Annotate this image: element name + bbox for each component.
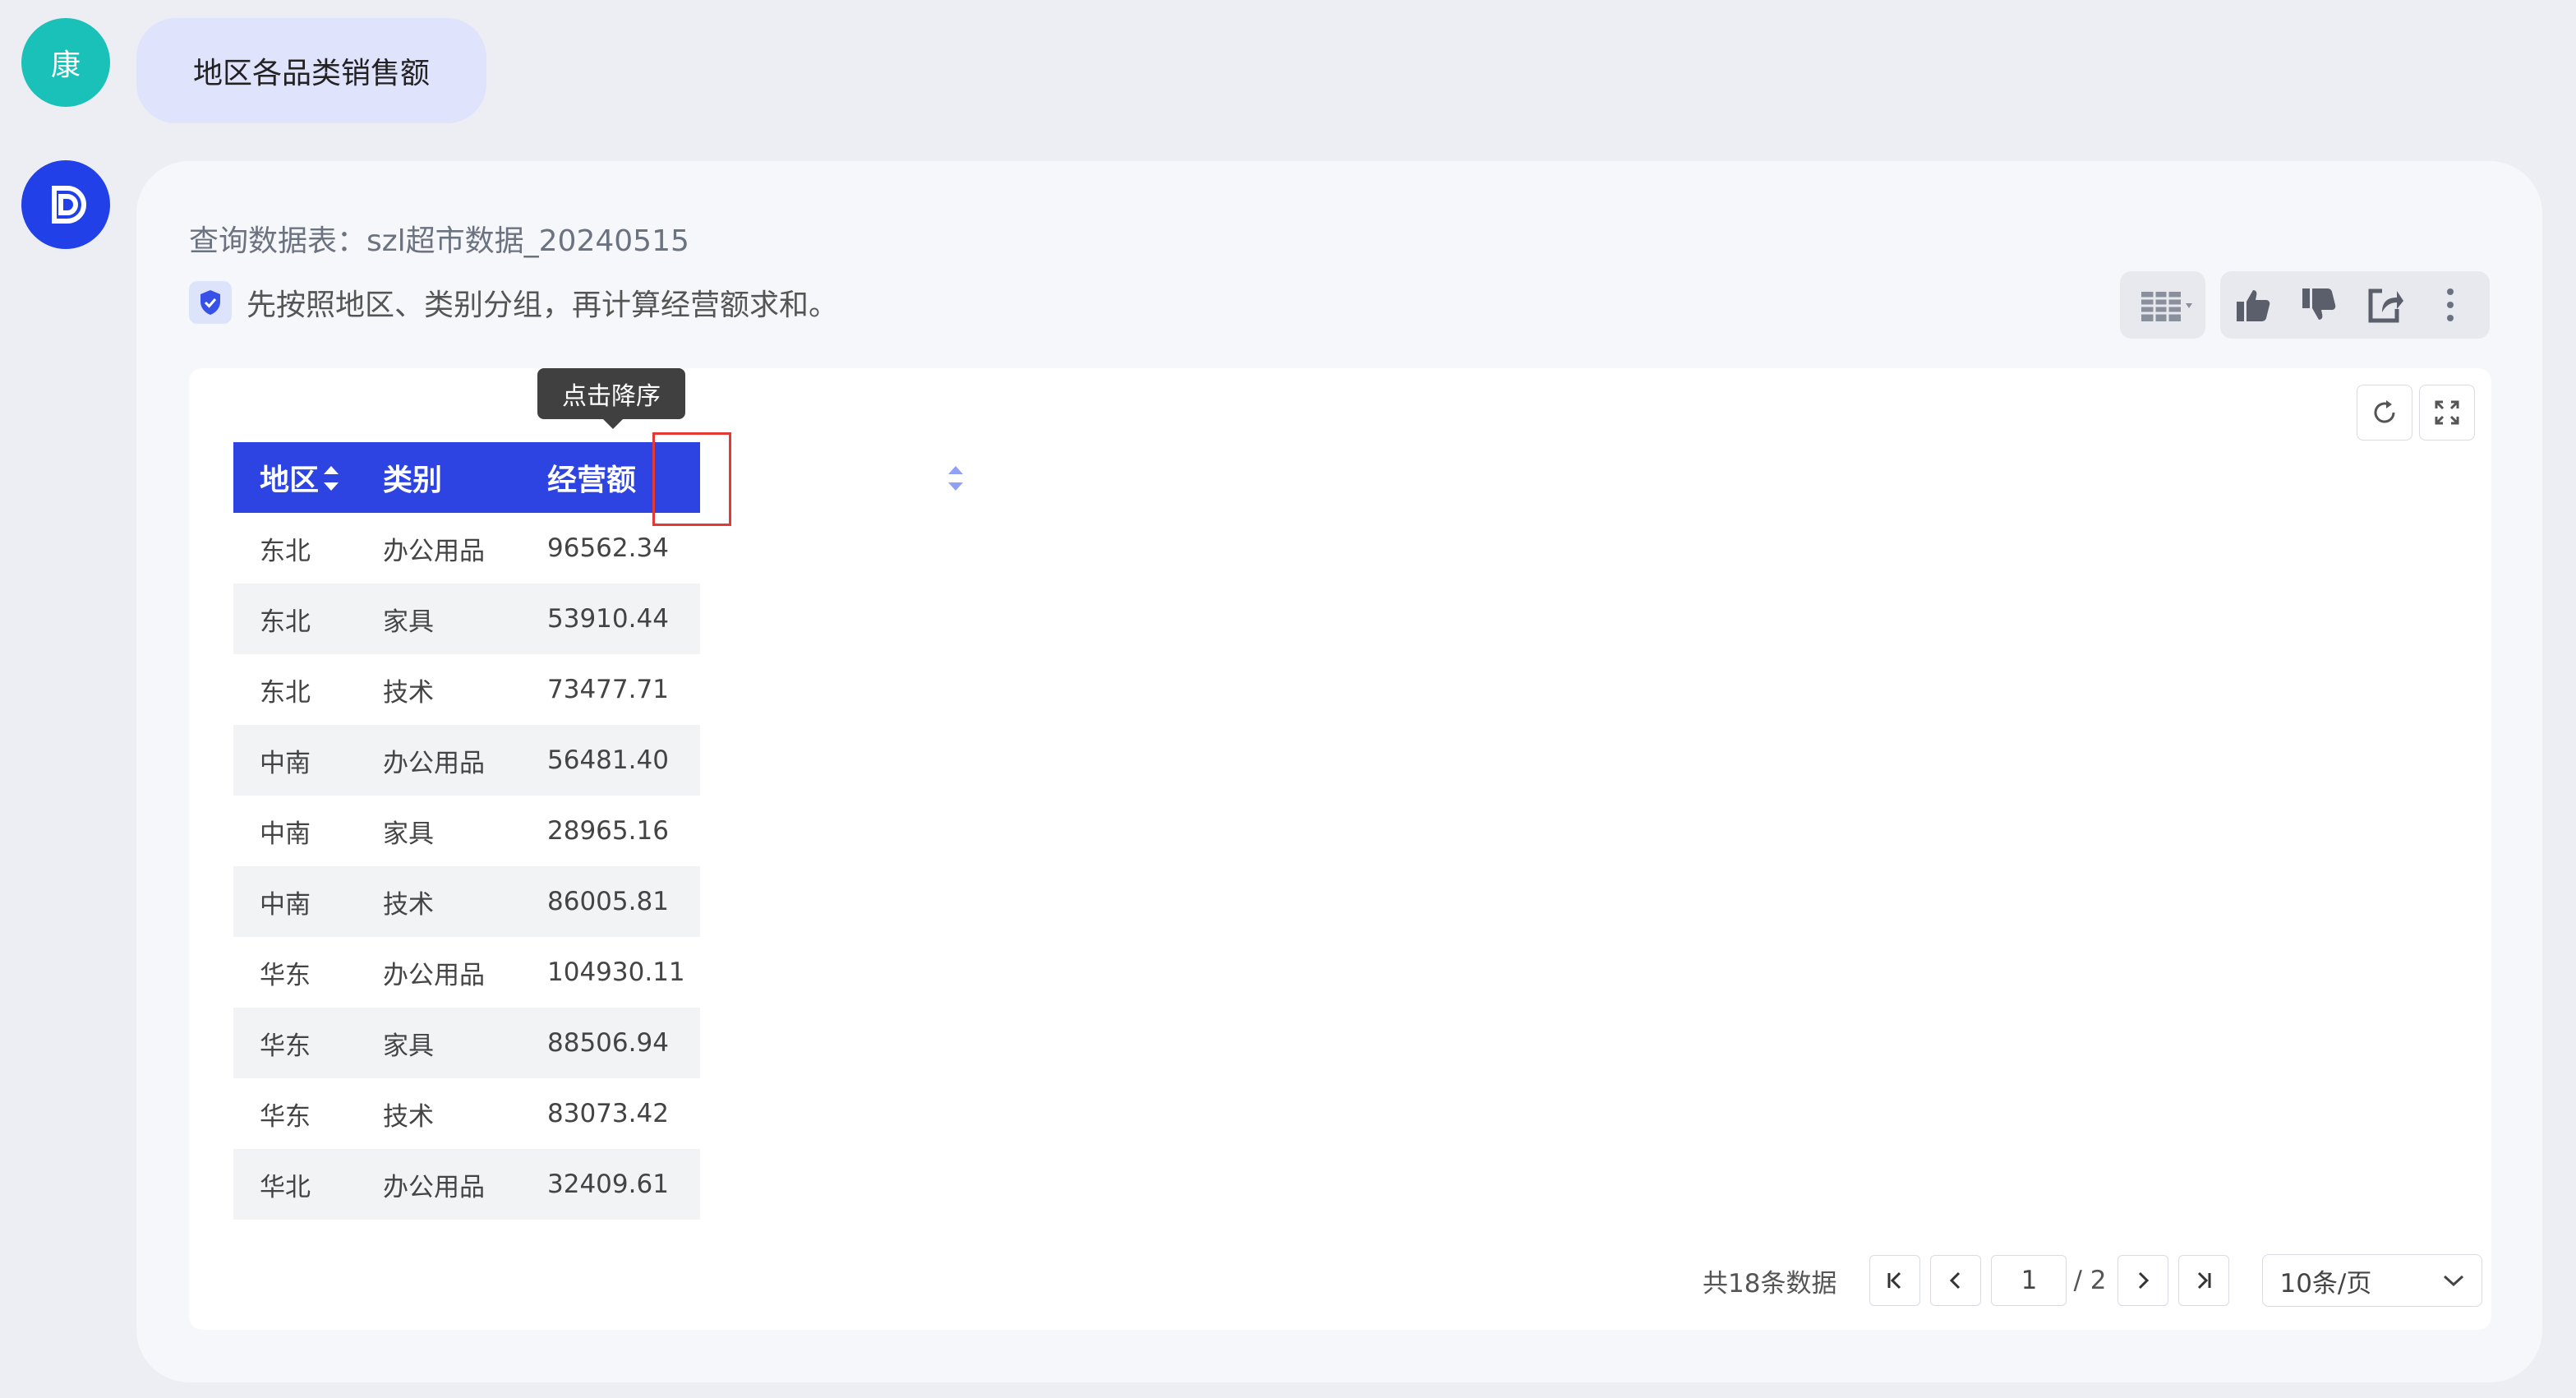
table-row: 华东 办公用品 104930.11 xyxy=(233,937,700,1008)
table-row: 中南 技术 86005.81 xyxy=(233,866,700,937)
cell-revenue: 56481.40 xyxy=(521,725,700,796)
cell-revenue: 88506.94 xyxy=(521,1008,700,1078)
explanation-text: 先按照地区、类别分组，再计算经营额求和。 xyxy=(247,288,839,322)
cell-revenue: 73477.71 xyxy=(547,675,669,704)
cell-category: 办公用品 xyxy=(357,725,521,796)
cell-category: 技术 xyxy=(383,1101,434,1132)
table-row: 中南 办公用品 56481.40 xyxy=(233,725,700,796)
chevron-down-icon xyxy=(2444,1275,2464,1287)
user-message-bubble: 地区各品类销售额 xyxy=(136,18,486,123)
next-page-button[interactable] xyxy=(2117,1255,2169,1306)
logo-icon xyxy=(52,186,86,224)
cell-region: 东北 xyxy=(260,677,311,708)
fullscreen-button[interactable] xyxy=(2419,385,2475,441)
chevron-right-icon xyxy=(2139,1271,2150,1290)
column-header-region[interactable]: 地区 xyxy=(233,442,357,513)
cell-revenue: 83073.42 xyxy=(547,1099,669,1128)
header-label: 地区 xyxy=(260,464,320,497)
result-table: 地区 类别 经营额 东北 办公用品 96562.34 东北 家具 53910.4… xyxy=(233,442,963,1220)
cell-revenue: 104930.11 xyxy=(547,957,685,987)
cell-region: 东北 xyxy=(260,536,311,566)
total-count: 共18条数据 xyxy=(1703,1268,1837,1299)
table-view-icon xyxy=(2141,292,2192,321)
table-row: 东北 技术 73477.71 xyxy=(233,654,700,725)
explanation-line: 先按照地区、类别分组，再计算经营额求和。 xyxy=(189,281,838,324)
user-message-text: 地区各品类销售额 xyxy=(192,57,430,90)
cell-region: 华东 xyxy=(233,1008,357,1078)
bot-avatar xyxy=(21,160,110,249)
query-table-line: 查询数据表：szl超市数据_20240515 xyxy=(189,224,689,258)
table-header-row: 地区 类别 经营额 xyxy=(233,442,963,513)
column-header-category[interactable]: 类别 xyxy=(357,442,628,513)
refresh-button[interactable] xyxy=(2357,385,2412,441)
cell-category: 技术 xyxy=(383,677,434,708)
fullscreen-icon xyxy=(2435,400,2459,425)
prev-page-button[interactable] xyxy=(1930,1255,1982,1306)
pagination: 共18条数据 / 2 10条/页 xyxy=(1703,1254,2483,1307)
cell-region: 中南 xyxy=(233,866,357,937)
page-size-select[interactable]: 10条/页 xyxy=(2262,1254,2483,1307)
page-number-input[interactable] xyxy=(1991,1255,2067,1306)
shield-icon xyxy=(189,281,232,324)
user-avatar-text: 康 xyxy=(50,48,81,82)
cell-revenue: 32409.61 xyxy=(521,1149,700,1220)
cell-revenue: 86005.81 xyxy=(521,866,700,937)
share-icon xyxy=(2368,288,2403,323)
dislike-button[interactable] xyxy=(2286,271,2352,339)
view-switch-group xyxy=(2120,271,2205,339)
like-button[interactable] xyxy=(2220,271,2286,339)
first-page-button[interactable] xyxy=(1869,1255,1921,1306)
last-page-icon xyxy=(2198,1271,2211,1290)
more-button[interactable] xyxy=(2417,271,2483,339)
cell-region: 华北 xyxy=(233,1149,357,1220)
user-avatar: 康 xyxy=(21,18,110,107)
table-row: 东北 家具 53910.44 xyxy=(233,584,700,654)
table-row: 东北 办公用品 96562.34 xyxy=(233,513,700,584)
cell-category: 家具 xyxy=(357,1008,521,1078)
cell-region: 华东 xyxy=(260,1101,311,1132)
cell-category: 办公用品 xyxy=(357,1149,521,1220)
cell-region: 中南 xyxy=(260,819,311,849)
sort-highlight-box xyxy=(652,432,731,526)
sort-tooltip: 点击降序 xyxy=(537,368,685,429)
cell-category: 办公用品 xyxy=(383,536,485,566)
cell-category: 办公用品 xyxy=(383,960,485,990)
page-total-label: / 2 xyxy=(2073,1266,2107,1295)
cell-category: 技术 xyxy=(357,866,521,937)
first-page-icon xyxy=(1887,1271,1901,1290)
header-label: 经营额 xyxy=(547,464,637,497)
cell-region: 中南 xyxy=(233,725,357,796)
sort-icon[interactable] xyxy=(324,466,339,491)
more-icon xyxy=(2447,288,2454,321)
last-page-button[interactable] xyxy=(2178,1255,2230,1306)
header-label: 类别 xyxy=(383,464,443,497)
cell-region: 东北 xyxy=(233,584,357,654)
cell-revenue: 53910.44 xyxy=(521,584,700,654)
sort-tooltip-text: 点击降序 xyxy=(562,382,661,411)
cell-region: 华东 xyxy=(260,960,311,990)
thumbs-up-icon xyxy=(2237,290,2270,321)
table-panel: 点击降序 地区 类别 经营额 东北 办公用品 96562.34 东北 家具 53… xyxy=(189,368,2491,1330)
cell-category: 家具 xyxy=(357,584,521,654)
table-row: 华东 家具 88506.94 xyxy=(233,1008,700,1078)
chevron-left-icon xyxy=(1950,1271,1961,1290)
thumbs-down-icon xyxy=(2302,288,2336,320)
sort-icon[interactable] xyxy=(948,466,963,491)
table-row: 中南 家具 28965.16 xyxy=(233,796,700,866)
table-row: 华北 办公用品 32409.61 xyxy=(233,1149,700,1220)
cell-revenue: 28965.16 xyxy=(547,816,669,846)
table-view-button[interactable] xyxy=(2120,271,2205,339)
table-row: 华东 技术 83073.42 xyxy=(233,1078,700,1149)
feedback-toolbar xyxy=(2220,271,2490,339)
refresh-icon xyxy=(2374,400,2395,423)
cell-category: 家具 xyxy=(383,819,434,849)
share-button[interactable] xyxy=(2352,271,2417,339)
page-size-label: 10条/页 xyxy=(2279,1268,2372,1299)
